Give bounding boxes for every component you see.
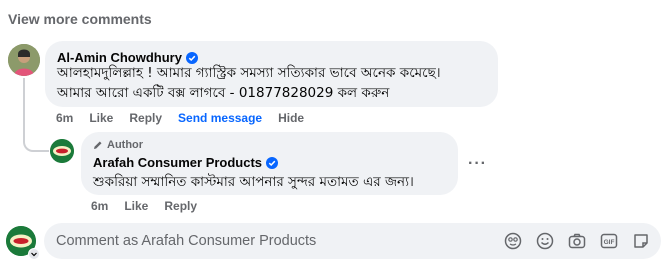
svg-text:GIF: GIF — [604, 239, 615, 246]
emoji-icon[interactable] — [535, 231, 555, 251]
camera-icon[interactable] — [567, 231, 587, 251]
view-more-comments-link[interactable]: View more comments — [8, 11, 152, 27]
reply-timestamp[interactable]: 6m — [91, 199, 108, 213]
hide-button[interactable]: Hide — [278, 111, 304, 125]
send-message-button[interactable]: Send message — [178, 111, 262, 125]
reply-bubble: Author Arafah Consumer Products শুকরিয়া… — [81, 132, 458, 195]
reply-text: শুকরিয়া সম্মানিত কাস্টমার আপনার সুন্দর … — [93, 174, 414, 190]
brand-logo-icon — [50, 139, 74, 163]
sticker-icon[interactable] — [503, 231, 523, 251]
comment-bubble: Al-Amin Chowdhury আলহামদুলিল্লাহ ! আমার … — [45, 41, 498, 107]
verified-badge-icon — [185, 51, 198, 64]
reply-reply-button[interactable]: Reply — [164, 199, 197, 213]
verified-badge-icon — [266, 156, 279, 169]
comment-text-line-2: আমার আরো একটি বক্স লাগবে - 01877828029 ক… — [57, 85, 390, 101]
gif-icon[interactable]: GIF — [599, 231, 619, 251]
comment-timestamp[interactable]: 6m — [56, 111, 73, 125]
like-button[interactable]: Like — [89, 111, 113, 125]
comment-actions: 6m Like Reply Send message Hide — [56, 111, 304, 125]
reply-button[interactable]: Reply — [129, 111, 162, 125]
comment-input[interactable] — [56, 223, 506, 259]
chevron-down-icon[interactable] — [28, 248, 40, 260]
reply-author[interactable]: Arafah Consumer Products — [93, 155, 279, 170]
user-avatar[interactable] — [8, 44, 40, 76]
reply-actions: 6m Like Reply — [91, 199, 197, 213]
more-options-icon[interactable]: ··· — [468, 155, 487, 173]
author-badge: Author — [93, 139, 143, 151]
composer-icons: GIF — [503, 231, 651, 251]
reply-like-button[interactable]: Like — [124, 199, 148, 213]
comment-composer: GIF — [44, 223, 661, 259]
pencil-icon — [94, 141, 102, 149]
brand-avatar[interactable] — [50, 139, 74, 163]
comment-text-line-1: আলহামদুলিল্লাহ ! আমার গ্যাস্ট্রিক সমস্যা… — [57, 65, 441, 81]
reply-author-name[interactable]: Arafah Consumer Products — [93, 155, 262, 170]
more-icon[interactable] — [631, 231, 651, 251]
author-badge-label: Author — [107, 139, 144, 151]
user-avatar-image — [8, 44, 40, 76]
